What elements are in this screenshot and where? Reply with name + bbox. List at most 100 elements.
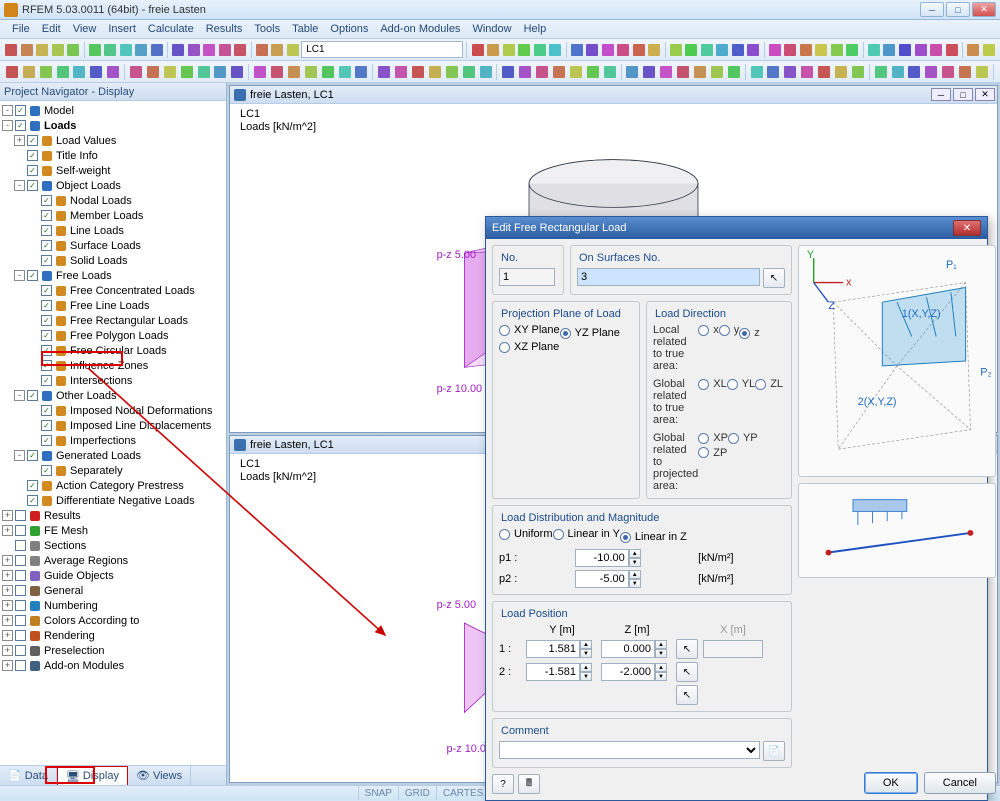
pick-pos1-button[interactable]: ↖ — [676, 639, 698, 659]
mdi-min[interactable]: ─ — [931, 88, 951, 101]
toolbar-button[interactable] — [229, 64, 245, 80]
distribution-option[interactable]: Linear in Y — [553, 528, 620, 540]
toolbar-button[interactable] — [783, 42, 798, 58]
toolbar-button[interactable] — [470, 42, 485, 58]
dir-local-option[interactable]: y — [719, 324, 740, 336]
tree-item[interactable]: Free Concentrated Loads — [0, 283, 226, 298]
toolbar-button[interactable] — [4, 64, 20, 80]
dir-global-option[interactable]: ZL — [755, 378, 783, 390]
toolbar-button[interactable] — [966, 42, 981, 58]
pos1-z[interactable]: ▲▼ — [601, 640, 673, 658]
toolbar-button[interactable] — [616, 42, 631, 58]
toolbar-button[interactable] — [145, 64, 161, 80]
mdi-max[interactable]: □ — [953, 88, 973, 101]
toolbar-button[interactable] — [51, 42, 66, 58]
menu-file[interactable]: File — [6, 23, 36, 35]
toolbar-button[interactable] — [393, 64, 409, 80]
toolbar-button[interactable] — [548, 42, 563, 58]
calc-button[interactable]: 🖩 — [518, 774, 540, 794]
toolbar-button[interactable] — [202, 42, 217, 58]
distribution-option[interactable]: Linear in Z — [620, 531, 687, 543]
tree-item[interactable]: Title Info — [0, 148, 226, 163]
toolbar-button[interactable] — [585, 64, 601, 80]
pos1-y[interactable]: ▲▼ — [526, 640, 598, 658]
dir-global-option[interactable]: YL — [727, 378, 755, 390]
toolbar-button[interactable] — [179, 64, 195, 80]
help-button[interactable]: ? — [492, 774, 514, 794]
toolbar-button[interactable] — [625, 64, 641, 80]
status-cartes[interactable]: CARTES — [436, 786, 489, 800]
tree-item[interactable]: Line Loads — [0, 223, 226, 238]
dir-proj-option[interactable]: ZP — [698, 447, 727, 459]
tree-item[interactable]: Imperfections — [0, 433, 226, 448]
toolbar-button[interactable] — [38, 64, 54, 80]
toolbar-button[interactable] — [255, 42, 270, 58]
toolbar-button[interactable] — [731, 42, 746, 58]
tree-item[interactable]: +Average Regions — [0, 553, 226, 568]
toolbar-button[interactable] — [4, 42, 19, 58]
toolbar-button[interactable] — [532, 42, 547, 58]
toolbar-button[interactable] — [150, 42, 165, 58]
toolbar-button[interactable] — [461, 64, 477, 80]
projection-option[interactable]: YZ Plane — [560, 327, 620, 339]
menu-results[interactable]: Results — [200, 23, 249, 35]
pos2-y[interactable]: ▲▼ — [526, 663, 598, 681]
comment-lib-button[interactable]: 📄 — [763, 741, 785, 761]
tree-item[interactable]: +FE Mesh — [0, 523, 226, 538]
toolbar-button[interactable] — [814, 42, 829, 58]
toolbar-button[interactable] — [286, 42, 301, 58]
toolbar-button[interactable] — [187, 42, 202, 58]
status-snap[interactable]: SNAP — [358, 786, 398, 800]
toolbar-button[interactable] — [252, 64, 268, 80]
toolbar-button[interactable] — [500, 64, 516, 80]
toolbar-button[interactable] — [845, 42, 860, 58]
toolbar-button[interactable] — [478, 64, 494, 80]
menu-options[interactable]: Options — [324, 23, 374, 35]
toolbar-button[interactable] — [882, 42, 897, 58]
tree-item[interactable]: +Numbering — [0, 598, 226, 613]
dir-proj-option[interactable]: XP — [698, 432, 728, 444]
toolbar-button[interactable] — [709, 64, 725, 80]
tree-item[interactable]: +Results — [0, 508, 226, 523]
toolbar-button[interactable] — [88, 64, 104, 80]
toolbar-button[interactable] — [782, 64, 798, 80]
tree-item[interactable]: Free Rectangular Loads — [0, 313, 226, 328]
tree-item[interactable]: Imposed Line Displacements — [0, 418, 226, 433]
toolbar-button[interactable] — [551, 64, 567, 80]
toolbar-button[interactable] — [585, 42, 600, 58]
tree-item[interactable]: Solid Loads — [0, 253, 226, 268]
toolbar-button[interactable] — [55, 64, 71, 80]
minimize-button[interactable]: ─ — [920, 2, 944, 17]
toolbar-button[interactable] — [700, 42, 715, 58]
toolbar-button[interactable] — [162, 64, 178, 80]
tree-item[interactable]: Action Category Prestress — [0, 478, 226, 493]
dialog-titlebar[interactable]: Edit Free Rectangular Load ✕ — [486, 217, 987, 239]
toolbar-button[interactable] — [907, 64, 923, 80]
tree-item[interactable]: Intersections — [0, 373, 226, 388]
tree-item[interactable]: +Colors According to — [0, 613, 226, 628]
tree-item[interactable]: +Rendering — [0, 628, 226, 643]
toolbar-button[interactable] — [850, 64, 866, 80]
toolbar-button[interactable] — [269, 64, 285, 80]
navigator-tree[interactable]: -Model-Loads+Load ValuesTitle InfoSelf-w… — [0, 101, 226, 765]
toolbar-button[interactable] — [337, 64, 353, 80]
toolbar-button[interactable] — [196, 64, 212, 80]
toolbar-button[interactable] — [957, 64, 973, 80]
toolbar-button[interactable] — [517, 42, 532, 58]
toolbar-button[interactable] — [641, 64, 657, 80]
toolbar-button[interactable] — [940, 64, 956, 80]
tree-item[interactable]: +General — [0, 583, 226, 598]
toolbar-button[interactable] — [632, 42, 647, 58]
menu-calculate[interactable]: Calculate — [142, 23, 200, 35]
toolbar-button[interactable] — [867, 42, 882, 58]
toolbar-button[interactable] — [270, 42, 285, 58]
toolbar-button[interactable] — [72, 64, 88, 80]
toolbar-button[interactable] — [746, 42, 761, 58]
toolbar-button[interactable] — [88, 42, 103, 58]
toolbar-button[interactable] — [534, 64, 550, 80]
toolbar-button[interactable] — [974, 64, 990, 80]
toolbar-button[interactable] — [320, 64, 336, 80]
toolbar-button[interactable] — [692, 64, 708, 80]
toolbar-button[interactable] — [233, 42, 248, 58]
tree-item[interactable]: +Load Values — [0, 133, 226, 148]
